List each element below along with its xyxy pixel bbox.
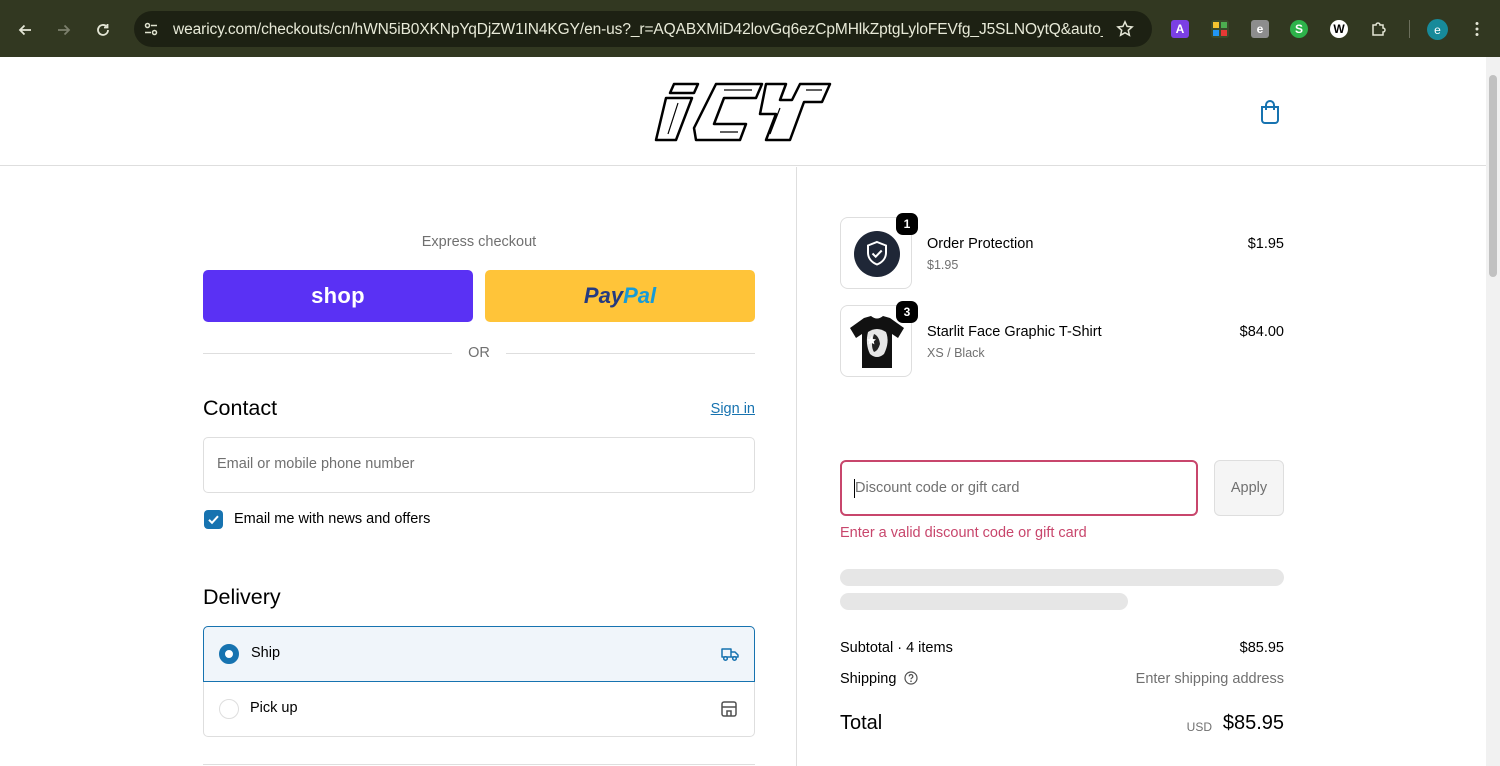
checkout-form: Express checkout shop Pay Pal OR Contact … bbox=[0, 167, 797, 766]
line-item: 3 Starlit Face Graphic T-Shirt XS / Blac… bbox=[840, 301, 1284, 377]
apply-discount-button[interactable]: Apply bbox=[1214, 460, 1284, 516]
shipping-row: Shipping Enter shipping address bbox=[840, 671, 1284, 687]
total-currency: USD bbox=[1186, 720, 1212, 734]
discount-placeholder: Discount code or gift card bbox=[855, 480, 1020, 496]
truck-icon bbox=[721, 648, 739, 662]
shop-pay-label: shop bbox=[311, 283, 365, 308]
email-field[interactable]: Email or mobile phone number bbox=[203, 437, 755, 493]
extension-e-icon[interactable]: e bbox=[1251, 20, 1269, 38]
forward-button[interactable] bbox=[51, 17, 77, 43]
extensions-puzzle-icon[interactable] bbox=[1370, 20, 1388, 38]
item-price: $84.00 bbox=[1239, 324, 1284, 340]
paypal-button[interactable]: Pay Pal bbox=[485, 270, 755, 322]
email-placeholder: Email or mobile phone number bbox=[217, 456, 415, 472]
item-variant: XS / Black bbox=[927, 346, 985, 360]
page-scrollbar[interactable] bbox=[1486, 57, 1500, 766]
checkmark-icon bbox=[208, 515, 219, 525]
item-price: $1.95 bbox=[1247, 236, 1284, 252]
store-header bbox=[0, 57, 1486, 166]
or-label: OR bbox=[468, 345, 490, 361]
express-checkout-label: Express checkout bbox=[421, 234, 537, 250]
discount-error-message: Enter a valid discount code or gift card bbox=[840, 525, 1087, 541]
extension-s-icon[interactable]: S bbox=[1290, 20, 1308, 38]
newsletter-checkbox[interactable] bbox=[204, 510, 223, 529]
pickup-radio[interactable] bbox=[219, 699, 239, 719]
url-text[interactable]: wearicy.com/checkouts/cn/hWN5iB0XKNpYqDj… bbox=[173, 21, 1103, 39]
total-value: $85.95 bbox=[1222, 712, 1284, 734]
checkout-page: Express checkout shop Pay Pal OR Contact … bbox=[0, 57, 1486, 766]
back-button[interactable] bbox=[12, 17, 38, 43]
item-name: Order Protection bbox=[927, 236, 1034, 252]
reload-button[interactable] bbox=[90, 17, 116, 43]
delivery-options: Ship Pick up bbox=[203, 626, 755, 737]
tshirt-image bbox=[850, 316, 904, 368]
newsletter-label[interactable]: Email me with news and offers bbox=[234, 511, 430, 527]
shield-check-icon bbox=[854, 231, 900, 277]
icy-logo[interactable] bbox=[654, 78, 832, 144]
extension-grid-icon[interactable] bbox=[1211, 20, 1229, 38]
help-circle-icon[interactable] bbox=[904, 671, 919, 685]
line-item: 1 Order Protection $1.95 $1.95 bbox=[840, 213, 1284, 289]
shipping-label: Shipping bbox=[840, 671, 897, 687]
discount-code-input[interactable]: Discount code or gift card bbox=[840, 460, 1198, 516]
paypal-label-part1: Pay bbox=[583, 283, 624, 308]
delivery-heading: Delivery bbox=[203, 585, 281, 609]
shipping-value: Enter shipping address bbox=[1135, 671, 1284, 687]
reload-icon bbox=[97, 24, 109, 36]
shop-pay-button[interactable]: shop bbox=[203, 270, 473, 322]
extension-a-icon[interactable]: A bbox=[1171, 20, 1189, 38]
arrow-left-icon bbox=[18, 24, 31, 36]
delivery-option-pickup[interactable]: Pick up bbox=[204, 682, 754, 737]
loading-skeleton bbox=[840, 569, 1284, 586]
product-thumbnail: 3 bbox=[840, 301, 918, 377]
loading-skeleton bbox=[840, 593, 1128, 610]
total-label: Total bbox=[840, 712, 883, 734]
toolbar-divider bbox=[1409, 20, 1410, 38]
or-divider: OR bbox=[203, 344, 755, 364]
pickup-label: Pick up bbox=[250, 700, 298, 716]
subtotal-row: Subtotal · 4 items $85.95 bbox=[840, 640, 1284, 656]
extension-w-icon[interactable]: W bbox=[1330, 20, 1348, 38]
delivery-option-ship[interactable]: Ship bbox=[203, 626, 755, 682]
order-summary: 1 Order Protection $1.95 $1.95 3 Starlit… bbox=[798, 167, 1486, 766]
paypal-label-part2: Pal bbox=[623, 283, 657, 308]
site-settings-icon[interactable] bbox=[143, 21, 159, 37]
subtotal-value: $85.95 bbox=[1239, 640, 1284, 656]
product-thumbnail: 1 bbox=[840, 213, 918, 289]
item-name: Starlit Face Graphic T-Shirt bbox=[927, 324, 1102, 340]
cart-bag-icon[interactable] bbox=[1258, 99, 1282, 125]
quantity-badge: 1 bbox=[896, 213, 918, 235]
contact-heading: Contact bbox=[203, 396, 278, 420]
item-variant: $1.95 bbox=[927, 258, 959, 272]
section-divider bbox=[203, 764, 755, 765]
browser-toolbar: wearicy.com/checkouts/cn/hWN5iB0XKNpYqDj… bbox=[0, 0, 1500, 57]
store-icon bbox=[721, 701, 737, 717]
total-row: Total USD $85.95 bbox=[840, 712, 1284, 735]
profile-avatar[interactable]: e bbox=[1427, 19, 1448, 40]
scrollbar-thumb[interactable] bbox=[1489, 75, 1497, 277]
subtotal-label: Subtotal · 4 items bbox=[840, 640, 953, 656]
ship-label: Ship bbox=[251, 645, 281, 661]
sign-in-link[interactable]: Sign in bbox=[690, 401, 755, 417]
arrow-right-icon bbox=[58, 24, 71, 36]
quantity-badge: 3 bbox=[896, 301, 918, 323]
bookmark-star-icon[interactable] bbox=[1116, 20, 1134, 38]
ship-radio[interactable] bbox=[219, 644, 239, 664]
address-bar[interactable]: wearicy.com/checkouts/cn/hWN5iB0XKNpYqDj… bbox=[134, 11, 1152, 47]
menu-kebab-icon[interactable] bbox=[1468, 20, 1486, 38]
